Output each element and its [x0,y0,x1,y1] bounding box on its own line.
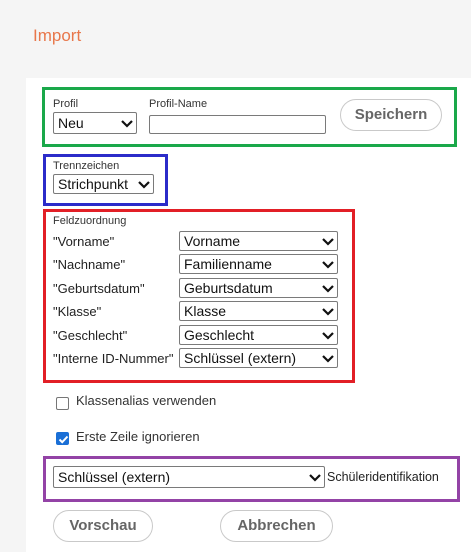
checkmark-icon [58,435,69,444]
mapping-field-label: "Geschlecht" [53,328,128,343]
mapping-select[interactable]: Familienname [179,254,338,274]
profile-select-value: Neu [58,115,84,131]
chevron-down-icon [322,285,334,293]
chevron-down-icon [322,308,334,316]
mapping-select-value: Geburtsdatum [184,280,273,296]
chevron-down-icon [322,355,334,363]
chevron-down-icon [121,120,133,128]
mapping-field-label: "Vorname" [53,234,115,249]
mapping-select-value: Schlüssel (extern) [184,350,297,366]
mapping-select[interactable]: Geburtsdatum [179,278,338,298]
separator-label: Trennzeichen [53,160,120,172]
mapping-select-value: Familienname [184,256,272,272]
mapping-select[interactable]: Vorname [179,231,338,251]
mapping-select-value: Klasse [184,303,227,319]
mapping-select[interactable]: Klasse [179,301,338,321]
preview-button[interactable]: Vorschau [53,510,153,542]
mapping-select[interactable]: Schlüssel (extern) [179,348,338,368]
cancel-button[interactable]: Abbrechen [220,510,333,542]
student-id-label: Schüleridentifikation [327,470,439,484]
mapping-select-value: Vorname [184,233,241,249]
profile-label: Profil [53,98,79,110]
skip-first-row-label: Erste Zeile ignorieren [76,429,200,444]
save-button[interactable]: Speichern [340,99,442,131]
mapping-field-label: "Geburtsdatum" [53,281,145,296]
skip-first-row-checkbox[interactable] [56,432,69,445]
mapping-select-value: Geschlecht [184,327,255,343]
class-alias-label: Klassenalias verwenden [76,393,217,408]
profile-select[interactable]: Neu [53,112,137,134]
field-mapping-label: Feldzuordnung [53,215,127,227]
profile-name-input[interactable] [149,115,326,134]
student-id-select-value: Schlüssel (extern) [58,469,171,485]
page-title: Import [33,26,82,45]
profile-name-label: Profil-Name [149,98,208,110]
separator-select[interactable]: Strichpunkt [53,174,154,194]
mapping-field-label: "Interne ID-Nummer" [53,351,174,366]
student-id-select[interactable]: Schlüssel (extern) [53,466,325,488]
mapping-select[interactable]: Geschlecht [179,325,338,345]
class-alias-checkbox[interactable] [56,397,69,410]
chevron-down-icon [322,332,334,340]
separator-select-value: Strichpunkt [58,176,129,192]
chevron-down-icon [322,261,334,269]
chevron-down-icon [322,238,334,246]
chevron-down-icon [138,181,150,189]
mapping-field-label: "Klasse" [53,304,102,319]
chevron-down-icon [309,474,321,482]
mapping-field-label: "Nachname" [53,257,126,272]
